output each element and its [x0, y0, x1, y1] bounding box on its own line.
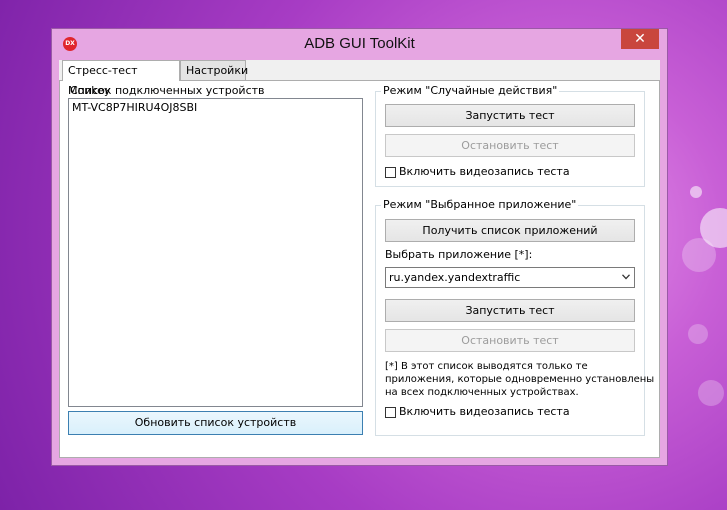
- note-line: на всех подключенных устройствах.: [385, 387, 579, 398]
- random-stop-button[interactable]: Остановить тест: [385, 134, 635, 157]
- tab-monkey-stress-test[interactable]: Стресс-тест Monkey: [62, 60, 180, 97]
- get-apps-button[interactable]: Получить список приложений: [385, 219, 635, 242]
- app-video-checkbox-row[interactable]: Включить видеозапись теста: [385, 405, 570, 419]
- app-video-checkbox-label: Включить видеозапись теста: [399, 405, 570, 418]
- chevron-down-icon: [622, 274, 630, 280]
- bokeh-dot: [682, 238, 716, 272]
- refresh-devices-button[interactable]: Обновить список устройств: [68, 411, 363, 435]
- random-mode-group-label: Режим "Случайные действия": [381, 84, 560, 98]
- select-app-label: Выбрать приложение [*]:: [385, 248, 533, 261]
- random-video-checkbox-row[interactable]: Включить видеозапись теста: [385, 165, 570, 179]
- bokeh-dot: [690, 186, 702, 198]
- close-button[interactable]: ✕: [621, 29, 659, 49]
- app-select-value: ru.yandex.yandextraffic: [389, 271, 521, 284]
- app-mode-group-label: Режим "Выбранное приложение": [381, 198, 579, 212]
- note-line: приложения, которые одновременно установ…: [385, 374, 655, 385]
- random-video-checkbox[interactable]: [385, 166, 396, 178]
- app-window: DX ADB GUI ToolKit ✕ Стресс-тест Monkey …: [51, 28, 668, 466]
- title-bar[interactable]: DX ADB GUI ToolKit ✕: [52, 29, 667, 57]
- app-stop-button[interactable]: Остановить тест: [385, 329, 635, 352]
- bokeh-dot: [688, 324, 708, 344]
- random-start-button[interactable]: Запустить тест: [385, 104, 635, 127]
- note-line: [*] В этот список выводятся только те: [385, 361, 588, 372]
- app-start-button[interactable]: Запустить тест: [385, 299, 635, 322]
- device-list[interactable]: MT-VC8P7HIRU4OJ8SBI: [68, 98, 363, 407]
- client-area: Стресс-тест Monkey Настройки Список подк…: [59, 60, 660, 458]
- bokeh-dot: [698, 380, 724, 406]
- window-title: ADB GUI ToolKit: [304, 35, 415, 52]
- app-video-checkbox[interactable]: [385, 406, 396, 418]
- tab-settings[interactable]: Настройки: [180, 60, 248, 80]
- random-video-checkbox-label: Включить видеозапись теста: [399, 165, 570, 178]
- tab-panel: Список подключенных устройств MT-VC8P7HI…: [59, 80, 660, 458]
- app-select[interactable]: ru.yandex.yandextraffic: [385, 267, 635, 288]
- app-list-note: [*] В этот список выводятся только те пр…: [385, 360, 654, 399]
- list-item[interactable]: MT-VC8P7HIRU4OJ8SBI: [69, 99, 362, 117]
